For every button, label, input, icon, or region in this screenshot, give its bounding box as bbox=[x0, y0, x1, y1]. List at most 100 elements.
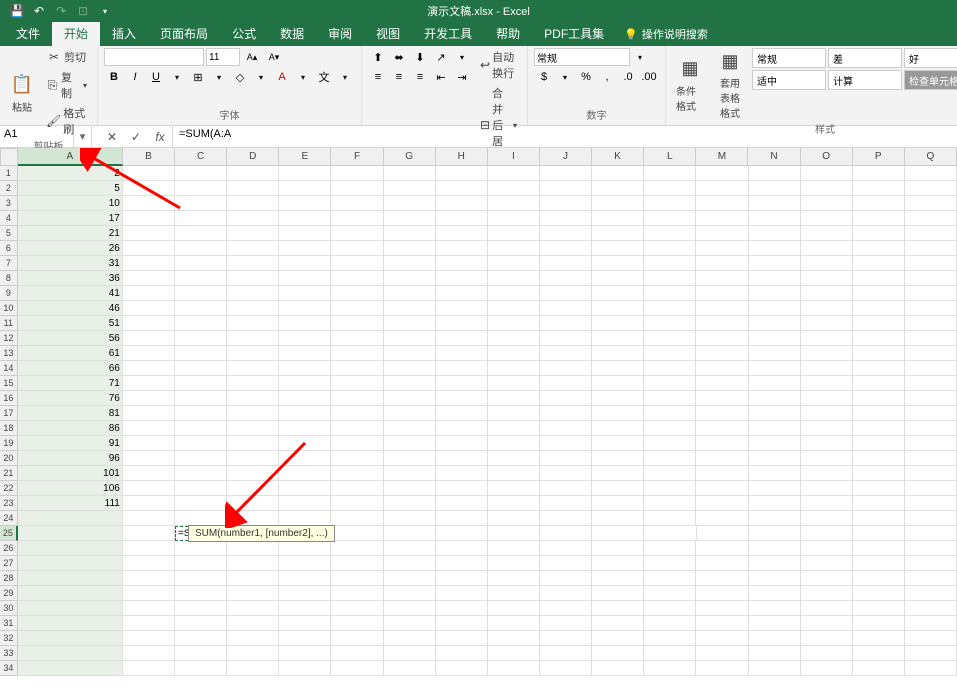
cell-P3[interactable] bbox=[853, 196, 905, 211]
cell-L21[interactable] bbox=[644, 466, 696, 481]
cell-C29[interactable] bbox=[175, 586, 227, 601]
cell-A34[interactable] bbox=[18, 661, 123, 676]
cell-B4[interactable] bbox=[123, 211, 175, 226]
cell-M34[interactable] bbox=[696, 661, 748, 676]
cell-G3[interactable] bbox=[384, 196, 436, 211]
cell-P34[interactable] bbox=[853, 661, 905, 676]
font-color-button[interactable]: A bbox=[272, 68, 292, 86]
cell-D34[interactable] bbox=[227, 661, 279, 676]
cell-I6[interactable] bbox=[488, 241, 540, 256]
cell-M1[interactable] bbox=[696, 166, 748, 181]
column-header-B[interactable]: B bbox=[123, 148, 175, 166]
cell-G32[interactable] bbox=[384, 631, 436, 646]
cell-E30[interactable] bbox=[279, 601, 331, 616]
cell-F2[interactable] bbox=[331, 181, 383, 196]
cell-B16[interactable] bbox=[123, 391, 175, 406]
cell-A11[interactable]: 51 bbox=[18, 316, 123, 331]
cell-E32[interactable] bbox=[279, 631, 331, 646]
cell-J1[interactable] bbox=[540, 166, 592, 181]
cell-G8[interactable] bbox=[384, 271, 436, 286]
cell-I16[interactable] bbox=[488, 391, 540, 406]
cell-E6[interactable] bbox=[279, 241, 331, 256]
cell-M18[interactable] bbox=[696, 421, 748, 436]
cell-L33[interactable] bbox=[644, 646, 696, 661]
cell-P23[interactable] bbox=[853, 496, 905, 511]
cell-F34[interactable] bbox=[331, 661, 383, 676]
tab-page-layout[interactable]: 页面布局 bbox=[148, 21, 220, 46]
cell-C9[interactable] bbox=[175, 286, 227, 301]
cell-L10[interactable] bbox=[644, 301, 696, 316]
cell-M8[interactable] bbox=[696, 271, 748, 286]
cell-G21[interactable] bbox=[384, 466, 436, 481]
column-header-K[interactable]: K bbox=[592, 148, 644, 166]
select-all-button[interactable] bbox=[0, 148, 18, 166]
increase-font-icon[interactable]: A▴ bbox=[242, 48, 262, 66]
cell-F23[interactable] bbox=[331, 496, 383, 511]
column-header-F[interactable]: F bbox=[331, 148, 383, 166]
decrease-decimal-icon[interactable]: .00 bbox=[639, 68, 659, 86]
cell-I12[interactable] bbox=[488, 331, 540, 346]
cell-H1[interactable] bbox=[436, 166, 488, 181]
cell-M31[interactable] bbox=[696, 616, 748, 631]
cell-L9[interactable] bbox=[644, 286, 696, 301]
cell-B10[interactable] bbox=[123, 301, 175, 316]
cell-N6[interactable] bbox=[749, 241, 801, 256]
cell-P4[interactable] bbox=[853, 211, 905, 226]
cell-F22[interactable] bbox=[331, 481, 383, 496]
cell-H25[interactable] bbox=[436, 526, 488, 541]
cell-K6[interactable] bbox=[592, 241, 644, 256]
cell-H14[interactable] bbox=[436, 361, 488, 376]
cell-Q28[interactable] bbox=[905, 571, 957, 586]
cell-P14[interactable] bbox=[853, 361, 905, 376]
cell-E19[interactable] bbox=[279, 436, 331, 451]
cell-G24[interactable] bbox=[384, 511, 436, 526]
cell-E29[interactable] bbox=[279, 586, 331, 601]
row-header-34[interactable]: 34 bbox=[0, 661, 18, 676]
cell-A5[interactable]: 21 bbox=[18, 226, 123, 241]
cell-M16[interactable] bbox=[696, 391, 748, 406]
cell-I31[interactable] bbox=[488, 616, 540, 631]
cell-G6[interactable] bbox=[384, 241, 436, 256]
tab-formulas[interactable]: 公式 bbox=[220, 21, 268, 46]
cell-P11[interactable] bbox=[853, 316, 905, 331]
cell-L11[interactable] bbox=[644, 316, 696, 331]
cell-D28[interactable] bbox=[227, 571, 279, 586]
cell-L31[interactable] bbox=[644, 616, 696, 631]
cell-N9[interactable] bbox=[749, 286, 801, 301]
cell-D27[interactable] bbox=[227, 556, 279, 571]
cell-A32[interactable] bbox=[18, 631, 123, 646]
cell-M32[interactable] bbox=[696, 631, 748, 646]
cell-I19[interactable] bbox=[488, 436, 540, 451]
cell-D16[interactable] bbox=[227, 391, 279, 406]
tell-me-search[interactable]: 💡 操作说明搜索 bbox=[616, 22, 716, 46]
cell-A17[interactable]: 81 bbox=[18, 406, 123, 421]
cell-I27[interactable] bbox=[488, 556, 540, 571]
cell-F19[interactable] bbox=[331, 436, 383, 451]
cell-B11[interactable] bbox=[123, 316, 175, 331]
cell-B3[interactable] bbox=[123, 196, 175, 211]
cell-N33[interactable] bbox=[749, 646, 801, 661]
cell-D33[interactable] bbox=[227, 646, 279, 661]
cell-E17[interactable] bbox=[279, 406, 331, 421]
cell-N34[interactable] bbox=[749, 661, 801, 676]
cell-P7[interactable] bbox=[853, 256, 905, 271]
cell-H9[interactable] bbox=[436, 286, 488, 301]
cell-F13[interactable] bbox=[331, 346, 383, 361]
cell-G1[interactable] bbox=[384, 166, 436, 181]
cell-L17[interactable] bbox=[644, 406, 696, 421]
cell-L7[interactable] bbox=[644, 256, 696, 271]
cell-O14[interactable] bbox=[801, 361, 853, 376]
cell-D32[interactable] bbox=[227, 631, 279, 646]
cell-D3[interactable] bbox=[227, 196, 279, 211]
cell-E4[interactable] bbox=[279, 211, 331, 226]
column-header-I[interactable]: I bbox=[488, 148, 540, 166]
cell-O11[interactable] bbox=[801, 316, 853, 331]
cell-K33[interactable] bbox=[592, 646, 644, 661]
cell-M30[interactable] bbox=[696, 601, 748, 616]
cell-M3[interactable] bbox=[696, 196, 748, 211]
cell-K2[interactable] bbox=[592, 181, 644, 196]
cell-O12[interactable] bbox=[801, 331, 853, 346]
cell-C12[interactable] bbox=[175, 331, 227, 346]
cell-Q32[interactable] bbox=[905, 631, 957, 646]
cell-K19[interactable] bbox=[592, 436, 644, 451]
